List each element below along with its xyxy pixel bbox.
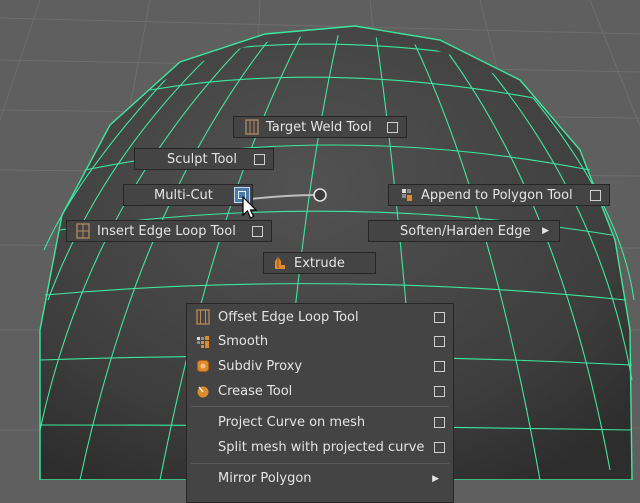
target-weld-tool-item[interactable]: Target Weld Tool	[233, 116, 407, 138]
menu-item-label: Subdiv Proxy	[218, 358, 303, 374]
append-to-polygon-item[interactable]: Append to Polygon Tool	[388, 184, 610, 206]
menu-item-label: Crease Tool	[218, 383, 293, 399]
menu-item-offset-edge-loop[interactable]: Offset Edge Loop Tool	[187, 305, 453, 330]
menu-item-label: Offset Edge Loop Tool	[218, 309, 359, 325]
append-polygon-options-box[interactable]	[590, 189, 601, 201]
project-curve-options-box[interactable]	[434, 417, 445, 429]
target-weld-icon	[244, 119, 260, 135]
insert-edge-loop-icon	[75, 223, 91, 239]
polygon-tools-menu: Offset Edge Loop Tool Smooth Subdiv Prox…	[186, 303, 454, 503]
soften-harden-edge-label: Soften/Harden Edge	[400, 223, 531, 239]
sculpt-tool-label: Sculpt Tool	[167, 151, 237, 167]
menu-item-split-mesh[interactable]: Split mesh with projected curve	[187, 435, 453, 460]
multi-cut-label: Multi-Cut	[154, 187, 213, 203]
offset-edge-loop-icon	[195, 309, 211, 325]
soften-harden-edge-item[interactable]: Soften/Harden Edge ▶	[368, 220, 560, 242]
sculpt-options-box[interactable]	[254, 153, 265, 165]
crease-tool-options-box[interactable]	[434, 385, 445, 397]
insert-edge-loop-item[interactable]: Insert Edge Loop Tool	[66, 220, 272, 242]
menu-divider	[191, 462, 449, 464]
crease-tool-icon	[195, 383, 211, 399]
menu-item-label: Smooth	[218, 334, 269, 350]
target-weld-tool-label: Target Weld Tool	[266, 119, 372, 135]
menu-item-subdiv-proxy[interactable]: Subdiv Proxy	[187, 354, 453, 379]
extrude-icon	[272, 255, 288, 271]
insert-edge-loop-label: Insert Edge Loop Tool	[97, 223, 236, 239]
menu-item-label: Project Curve on mesh	[218, 415, 366, 431]
smooth-icon	[195, 334, 211, 350]
multi-cut-item[interactable]: Multi-Cut	[123, 184, 253, 206]
append-to-polygon-label: Append to Polygon Tool	[421, 187, 573, 203]
smooth-options-box[interactable]	[434, 336, 445, 348]
insert-edge-loop-options-box[interactable]	[252, 225, 263, 237]
submenu-arrow-icon: ▶	[432, 473, 439, 484]
extrude-item[interactable]: Extrude	[263, 252, 376, 274]
mouse-cursor-icon	[242, 196, 258, 219]
offset-edge-loop-options-box[interactable]	[434, 311, 445, 323]
subdiv-proxy-options-box[interactable]	[434, 360, 445, 372]
menu-item-label: Split mesh with projected curve	[218, 439, 425, 455]
menu-item-crease-tool[interactable]: Crease Tool	[187, 379, 453, 404]
menu-item-smooth[interactable]: Smooth	[187, 330, 453, 355]
menu-item-label: Mirror Polygon	[218, 471, 312, 487]
append-polygon-icon	[399, 187, 415, 203]
split-mesh-options-box[interactable]	[434, 441, 445, 453]
extrude-label: Extrude	[294, 255, 345, 271]
submenu-arrow-icon: ▶	[542, 226, 549, 236]
menu-item-mirror-polygon[interactable]: Mirror Polygon ▶	[187, 467, 453, 492]
target-weld-options-box[interactable]	[387, 121, 398, 133]
menu-divider	[191, 406, 449, 408]
menu-item-project-curve[interactable]: Project Curve on mesh	[187, 410, 453, 435]
subdiv-proxy-icon	[195, 358, 211, 374]
sculpt-tool-item[interactable]: Sculpt Tool	[134, 148, 274, 170]
